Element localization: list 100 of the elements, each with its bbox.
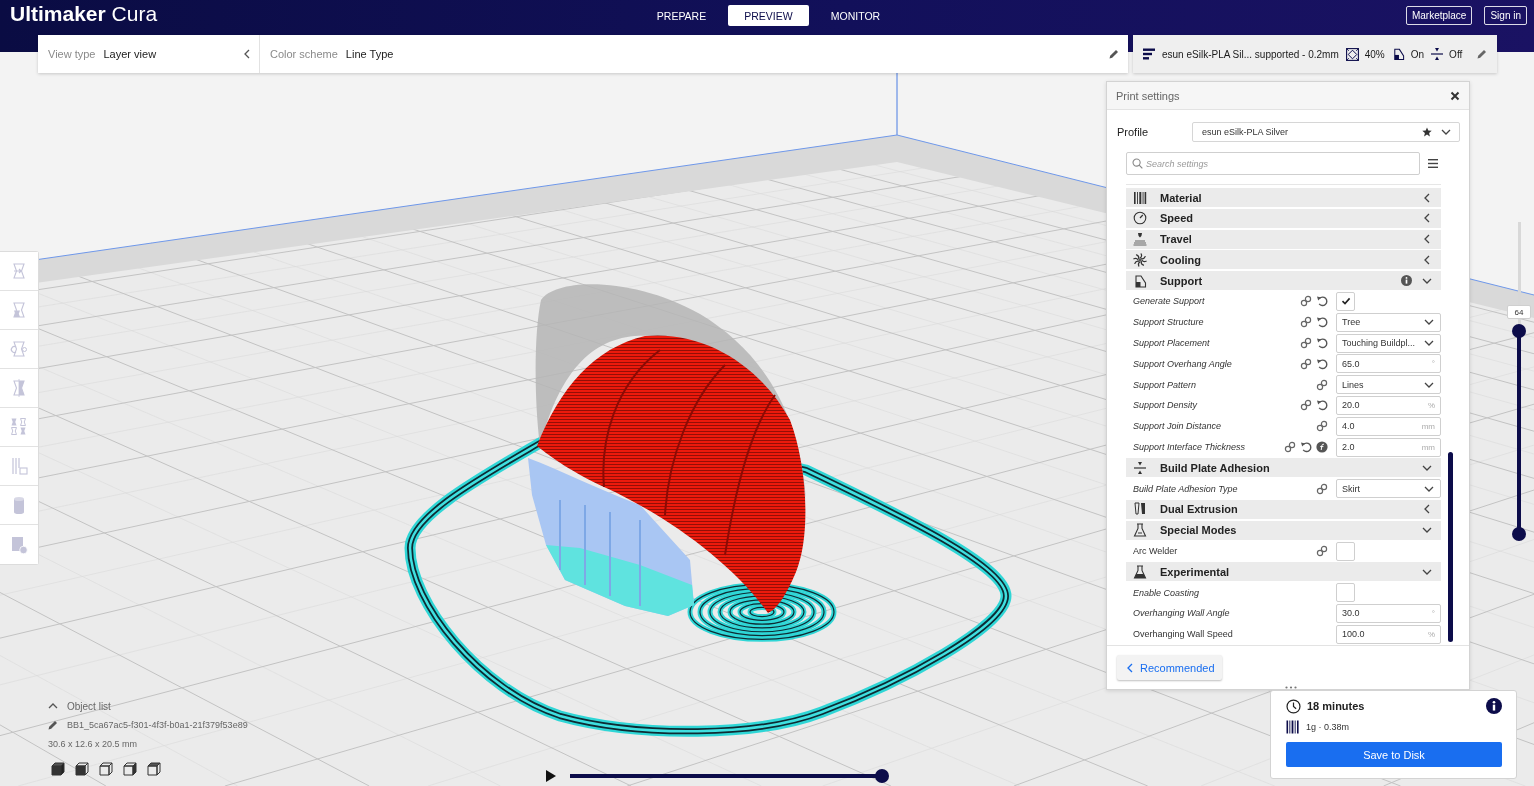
color-scheme-value[interactable]: Line Type [345,48,1109,60]
cube-side-icon[interactable] [123,762,137,776]
setting-label: Support Interface Thickness [1133,442,1247,453]
nozzle-icon [1133,232,1147,247]
object-list-label[interactable]: Object list [67,700,111,712]
print-setup-bar[interactable]: esun eSilk-PLA Sil... supported - 0.2mm 40% On Off [1133,35,1497,73]
header-button[interactable]: Marketplace [1405,6,1473,25]
category-header[interactable]: Dual Extrusion [1126,499,1441,519]
stage-tab[interactable]: MONITOR [815,5,896,26]
profile-dropdown[interactable]: esun eSilk-PLA Silver [1192,122,1460,142]
chevron-left-icon[interactable] [1424,254,1430,265]
category-header[interactable]: Build Plate Adhesion [1126,458,1441,478]
reset-icon[interactable] [1316,316,1328,329]
chevron-down-icon[interactable] [1424,340,1434,347]
setting-dropdown[interactable]: Lines [1336,375,1441,395]
stage-tab[interactable]: PREVIEW [728,5,809,26]
chevron-left-icon[interactable] [1127,662,1133,673]
setting-checkbox[interactable] [1336,541,1355,561]
reset-icon[interactable] [1316,337,1328,350]
setting-label: Support Join Distance [1133,421,1223,432]
reset-icon[interactable] [1316,357,1328,370]
reset-icon[interactable] [1300,441,1312,454]
chevron-left-icon[interactable] [1424,234,1430,245]
check-icon [1340,296,1351,307]
object-dimensions: 30.6 x 12.6 x 20.5 mm [48,739,138,749]
layer-slider-handle[interactable] [1512,527,1526,541]
category-header[interactable]: Cooling [1126,250,1441,270]
chevron-down-icon[interactable] [1424,485,1434,492]
close-icon[interactable] [1450,90,1460,101]
setting-label: Arc Welder [1133,546,1179,557]
app-logo: Ultimaker Cura [10,1,158,27]
stage-tab[interactable]: PREPARE [641,5,722,26]
pencil-icon[interactable] [1477,49,1487,59]
chevron-down-icon[interactable] [1422,277,1432,284]
category-header[interactable]: Special Modes [1126,520,1441,540]
menu-icon[interactable] [1428,159,1438,168]
setting-input[interactable]: 100.0 % [1336,624,1441,644]
category-header[interactable]: Speed [1126,208,1441,228]
chevron-left-icon[interactable] [1424,192,1430,203]
material-usage: 1g · 0.38m [1306,722,1350,732]
setting-input[interactable]: 2.0 mm [1336,437,1441,457]
chevron-down-icon[interactable] [1422,568,1432,575]
stacked-bars-icon [1142,47,1156,61]
reset-icon[interactable] [1316,295,1328,308]
search-icon [1132,158,1143,169]
chevron-down-icon[interactable] [1422,464,1432,471]
cube-front-icon[interactable] [75,762,89,776]
reset-icon[interactable] [1316,399,1328,412]
overhang-icon [1391,47,1405,61]
flask-outline-icon [1133,523,1147,538]
chevron-down-icon[interactable] [1422,527,1432,534]
clock-icon [1286,698,1301,714]
cube-top-icon[interactable] [147,762,161,776]
flask-icon [1133,564,1147,579]
play-icon[interactable] [546,770,556,782]
category-header[interactable]: Experimental [1126,562,1441,582]
vase-rotate-icon [9,339,29,359]
setting-input[interactable]: 4.0 mm [1336,416,1441,436]
setting-label: Generate Support [1133,296,1206,307]
setting-dropdown[interactable]: Tree [1336,312,1441,332]
unit-label: ° [1431,359,1435,369]
filament-bars-icon [1133,190,1147,205]
info-icon[interactable] [1486,698,1502,714]
chevron-down-icon[interactable] [1441,129,1451,135]
solid-cube-icon[interactable] [51,762,65,776]
vase-grid-icon [9,417,29,437]
pencil-icon[interactable] [1109,49,1119,59]
drag-handle-icon[interactable] [1285,686,1297,689]
block-circle-icon [9,534,29,555]
category-header[interactable]: Material [1126,188,1441,207]
setting-dropdown[interactable]: Skirt [1336,479,1441,499]
chevron-down-icon[interactable] [1424,319,1434,326]
color-scheme-label: Color scheme [270,48,338,60]
category-header[interactable]: Travel [1126,229,1441,249]
view-type-value[interactable]: Layer view [103,48,244,60]
recommended-button[interactable]: Recommended [1117,655,1222,680]
chevron-up-icon[interactable] [48,703,58,709]
layer-slider-handle[interactable] [1512,324,1526,339]
setting-input[interactable]: 65.0 ° [1336,354,1441,374]
chevron-left-icon[interactable] [1424,213,1430,224]
pencil-icon[interactable] [48,720,58,730]
chevron-left-icon[interactable] [244,49,250,59]
cube-outline-icon[interactable] [99,762,113,776]
setting-checkbox[interactable] [1336,583,1355,603]
chevron-down-icon[interactable] [1424,381,1434,388]
search-field[interactable]: Search settings [1126,152,1420,175]
header-button[interactable]: Sign in [1484,6,1527,25]
star-icon[interactable] [1422,127,1432,137]
setting-input[interactable]: 30.0 ° [1336,603,1441,623]
setting-input[interactable]: 20.0 % [1336,395,1441,415]
chevron-left-icon[interactable] [1424,504,1430,515]
path-slider-handle[interactable] [875,769,889,783]
setting-checkbox[interactable] [1336,292,1355,311]
bars-block-icon [9,456,29,476]
setting-dropdown[interactable]: Touching Buildpl... [1336,333,1441,353]
setting-label: Support Structure [1133,317,1205,328]
layer-number-label: 64 [1507,305,1531,320]
scrollbar[interactable] [1448,452,1453,642]
save-to-disk-button[interactable]: Save to Disk [1286,742,1502,767]
category-header[interactable]: Support [1126,271,1441,291]
